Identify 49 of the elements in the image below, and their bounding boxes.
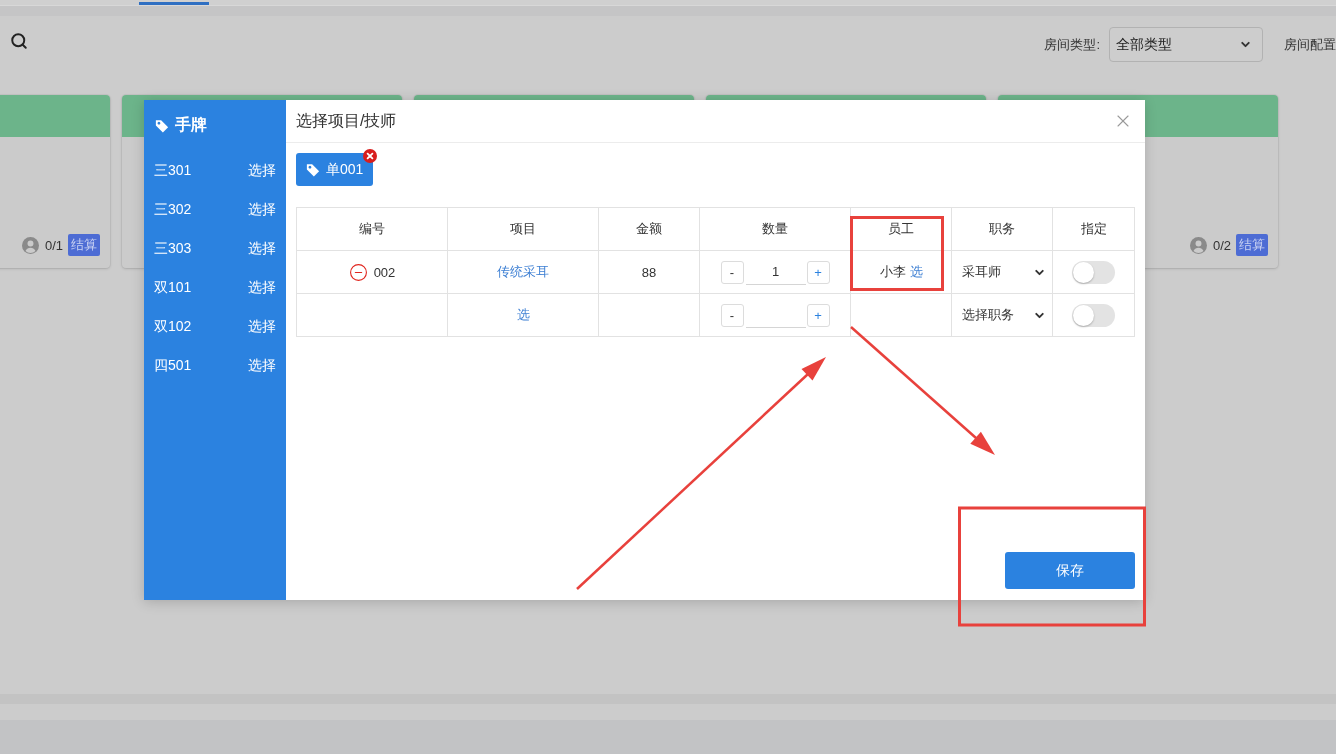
item-link[interactable]: 传统采耳 [497,264,549,279]
occupancy-count: 0/2 [1212,237,1231,253]
select-link[interactable]: 选择 [248,278,276,297]
user-icon [21,236,39,254]
settle-button[interactable]: 结算 [1236,234,1268,256]
toggle-switch[interactable] [1072,260,1115,284]
tab-underline [139,2,209,5]
tag-icon [306,162,320,177]
room-name: 三301 [154,161,192,180]
room-name: 三302 [154,200,192,219]
occupancy-count: 0/1 [44,237,63,253]
column-header: 指定 [1052,207,1135,251]
search-icon[interactable] [10,32,28,50]
decrement-button[interactable]: - [720,260,744,284]
dialog-title: 选择项目/技师 [296,110,397,131]
table-cell: 88 [598,250,700,294]
remove-icon[interactable] [363,149,378,163]
filter-label: 房间配置 [1284,35,1336,54]
room-name: 双101 [154,278,192,297]
sidebar-title: 手牌 [175,115,207,135]
tag-icon [155,118,169,133]
select-link[interactable]: 选择 [248,239,276,258]
room-type-select[interactable]: 全部类型 [1109,27,1263,62]
room-name: 四501 [154,356,192,375]
column-header: 数量 [699,207,851,251]
select-link[interactable]: 选择 [248,356,276,375]
room-name: 三303 [154,239,192,258]
minus-circle-icon[interactable] [348,262,368,282]
item-link[interactable]: 选 [516,307,530,322]
select-link[interactable]: 选 [909,263,923,281]
column-header: 项目 [447,207,599,251]
select-link[interactable]: 选择 [248,317,276,336]
select-link[interactable]: 选择 [248,161,276,180]
save-button[interactable]: 保存 [1005,552,1135,589]
increment-button[interactable]: + [806,303,830,327]
staff-name: 小李 [879,263,906,281]
settle-button[interactable]: 结算 [68,234,100,256]
column-header: 职务 [951,207,1053,251]
toggle-switch[interactable] [1072,303,1115,327]
room-name: 双102 [154,317,192,336]
select-link[interactable]: 选择 [248,200,276,219]
column-header: 编号 [296,207,448,251]
filter-label: 房间类型: [1044,35,1100,54]
user-icon [1189,236,1207,254]
column-header: 员工 [850,207,952,251]
column-header: 金额 [598,207,700,251]
increment-button[interactable]: + [806,260,830,284]
decrement-button[interactable]: - [720,303,744,327]
item-code: 002 [373,264,396,280]
